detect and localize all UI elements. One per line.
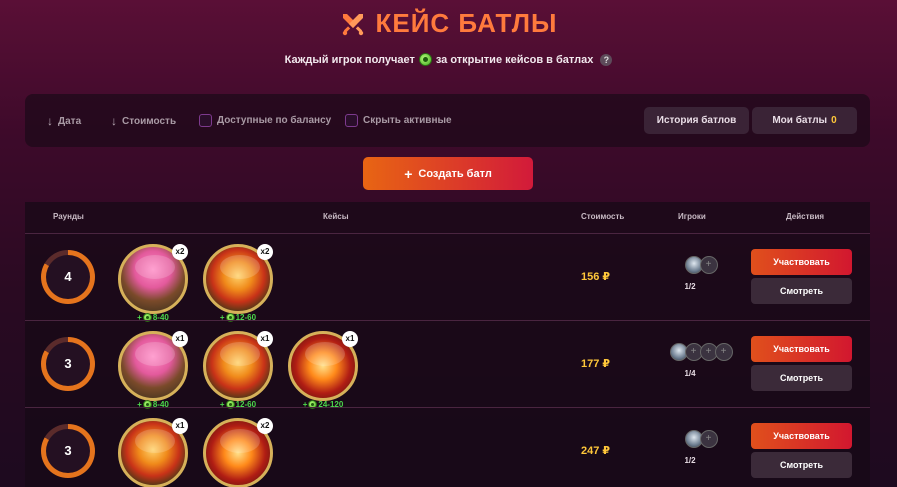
watch-button[interactable]: Смотреть [751, 452, 852, 478]
subtitle-text-end: за открытие кейсов в батлах [435, 53, 594, 66]
watch-button[interactable]: Смотреть [751, 278, 852, 304]
case-multiplier: x2 [172, 244, 188, 260]
case-item[interactable]: x1+12-60 [116, 416, 190, 487]
available-label: Доступные по балансу [217, 115, 332, 126]
players-avatars [684, 256, 718, 274]
history-button[interactable]: История батлов [644, 107, 749, 134]
header-actions: Действия [786, 212, 825, 221]
case-multiplier: x2 [257, 244, 273, 260]
rounds-ring: 3 [41, 424, 95, 478]
create-battle-button[interactable]: + Создать батл [363, 157, 533, 190]
join-button[interactable]: Участвовать [751, 423, 852, 449]
battle-price: 156 ₽ [581, 271, 611, 283]
header-cases: Кейсы [323, 212, 349, 221]
players-avatars [669, 343, 733, 361]
sort-date[interactable]: ↓ Дата [47, 114, 81, 128]
rounds-count: 3 [64, 443, 72, 458]
join-button[interactable]: Участвовать [751, 249, 852, 275]
arrow-down-icon: ↓ [111, 114, 117, 128]
battles-table: Раунды Кейсы Стоимость Игроки Действия 4… [25, 202, 870, 487]
table-row: 3 x1+8-40x1+12-60x1+24-120 177 ₽ 1/4 Участво… [25, 320, 870, 409]
players-count: 1/2 [684, 456, 696, 465]
empty-slot-icon[interactable] [699, 256, 718, 274]
case-item[interactable]: x1 +8-40 [116, 329, 190, 409]
battle-price: 247 ₽ [581, 445, 611, 457]
case-multiplier: x2 [257, 418, 273, 434]
case-multiplier: x1 [172, 331, 188, 347]
case-multiplier: x1 [172, 418, 188, 434]
crossed-swords-icon [343, 13, 364, 35]
my-battles-count: 0 [831, 115, 837, 126]
header-cost: Стоимость [581, 212, 625, 221]
filter-available[interactable]: Доступные по балансу [199, 114, 331, 127]
join-button[interactable]: Участвовать [751, 336, 852, 362]
page-header: КЕЙС БАТЛЫ [0, 8, 897, 39]
sort-cost-label: Стоимость [122, 115, 177, 127]
help-icon[interactable]: ? [600, 53, 613, 66]
players-count: 1/2 [684, 282, 696, 291]
case-multiplier: x1 [342, 331, 358, 347]
available-checkbox[interactable] [199, 114, 212, 127]
case-item[interactable]: x2 +12-60 [201, 242, 275, 322]
players-avatars [684, 430, 718, 448]
table-row: 4 x2+8-40x2+12-60 156 ₽ 1/2 Участвовать Смотр… [25, 233, 870, 322]
rounds-count: 4 [64, 269, 72, 284]
hide-active-checkbox[interactable] [345, 114, 358, 127]
header-rounds: Раунды [53, 212, 84, 221]
hide-active-label: Скрыть активные [363, 115, 452, 126]
rounds-count: 3 [64, 356, 72, 371]
rounds-ring: 3 [41, 337, 95, 391]
table-row: 3 x1+12-60x2+24-120 247 ₽ 1/2 Участвовать Смо… [25, 407, 870, 487]
table-header: Раунды Кейсы Стоимость Игроки Действия [25, 202, 870, 232]
case-item[interactable]: x1+12-60 [201, 329, 275, 409]
my-battles-label: Мои батлы [772, 115, 828, 126]
rounds-ring: 4 [41, 250, 95, 304]
arrow-down-icon: ↓ [47, 114, 53, 128]
case-item[interactable]: x1 +24-120 [286, 329, 360, 409]
coin-icon [418, 53, 432, 66]
page-title: КЕЙС БАТЛЫ [375, 8, 558, 38]
subtitle: Каждый игрок получает за открытие кейсов… [0, 53, 897, 66]
subtitle-text-start: Каждый игрок получает [284, 53, 415, 66]
empty-slot-icon[interactable] [699, 430, 718, 448]
players-count: 1/4 [684, 369, 696, 378]
empty-slot-icon[interactable] [714, 343, 733, 361]
sort-cost[interactable]: ↓ Стоимость [111, 114, 176, 128]
watch-button[interactable]: Смотреть [751, 365, 852, 391]
plus-icon: + [404, 165, 413, 182]
sort-date-label: Дата [58, 115, 82, 127]
header-players: Игроки [678, 212, 706, 221]
my-battles-button[interactable]: Мои батлы 0 [752, 107, 857, 134]
battle-price: 177 ₽ [581, 358, 611, 370]
case-multiplier: x1 [257, 331, 273, 347]
filter-hide-active[interactable]: Скрыть активные [345, 114, 452, 127]
case-item[interactable]: x2 +8-40 [116, 242, 190, 322]
case-item[interactable]: x2+24-120 [201, 416, 275, 487]
create-battle-label: Создать батл [418, 167, 492, 180]
